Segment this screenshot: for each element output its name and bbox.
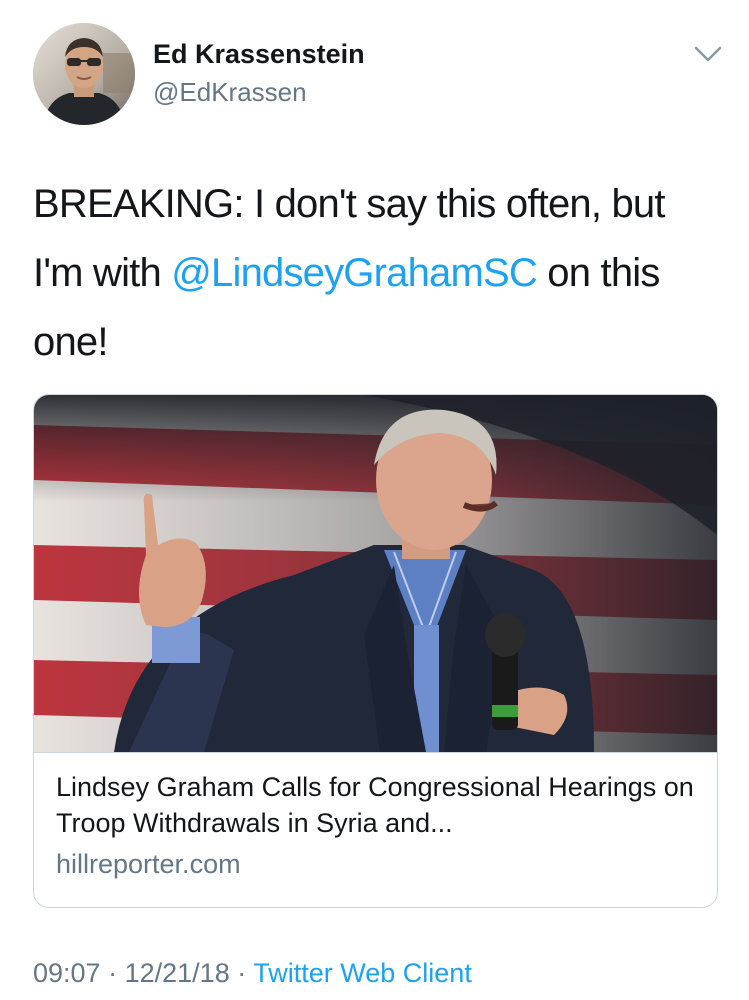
avatar-photo: [33, 23, 135, 125]
tweet-source-link[interactable]: Twitter Web Client: [253, 958, 472, 988]
card-photo: [34, 395, 717, 755]
card-domain: hillreporter.com: [56, 849, 241, 879]
chevron-down-icon[interactable]: [693, 43, 723, 65]
tweet-date[interactable]: 12/21/18: [125, 958, 230, 988]
mention-link[interactable]: @LindseyGrahamSC: [171, 251, 538, 295]
avatar[interactable]: [33, 23, 135, 125]
tweet-meta: 09:07 · 12/21/18 · Twitter Web Client: [33, 955, 472, 991]
card-title[interactable]: Lindsey Graham Calls for Congressional H…: [56, 769, 696, 841]
card-body: Lindsey Graham Calls for Congressional H…: [56, 769, 696, 882]
link-card[interactable]: Lindsey Graham Calls for Congressional H…: [33, 394, 718, 908]
tweet-header: Ed Krassenstein @EdKrassen: [33, 23, 723, 127]
author-names: Ed Krassenstein @EdKrassen: [153, 37, 365, 109]
display-name[interactable]: Ed Krassenstein: [153, 37, 365, 71]
meta-separator: ·: [108, 958, 118, 988]
tweet-time[interactable]: 09:07: [33, 958, 101, 988]
meta-separator: ·: [237, 958, 247, 988]
tweet-text: BREAKING: I don't say this often, but I'…: [33, 170, 723, 377]
user-handle[interactable]: @EdKrassen: [153, 75, 365, 109]
card-image: [34, 395, 717, 755]
